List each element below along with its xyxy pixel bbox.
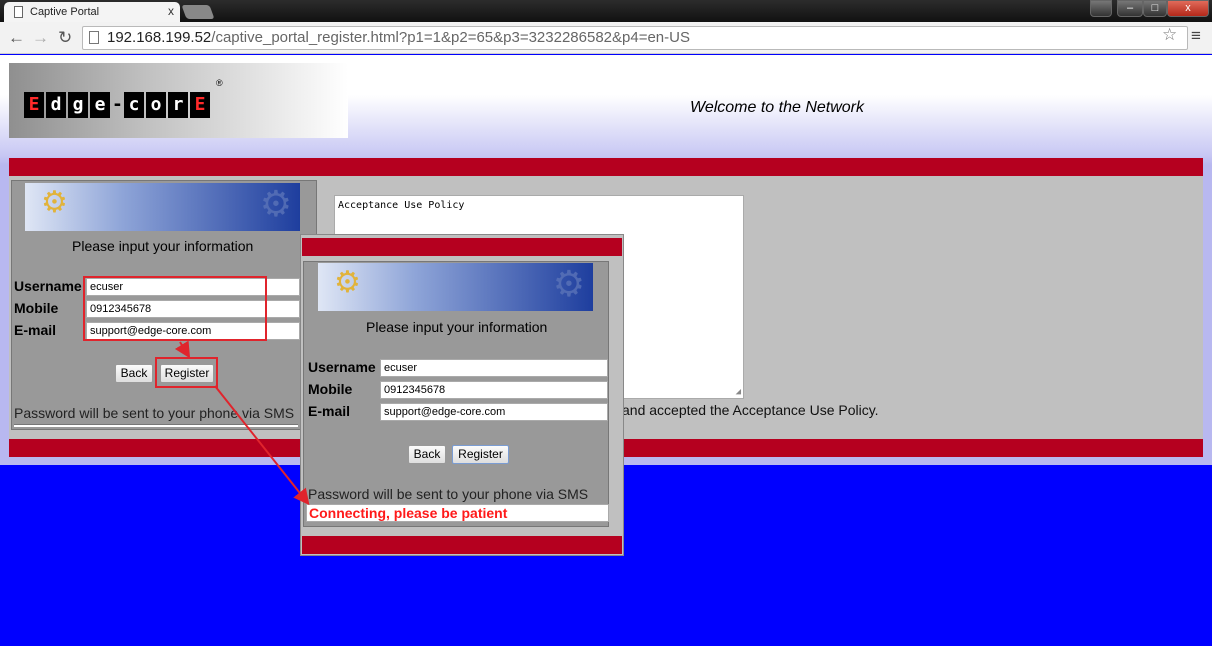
- connecting-status: Connecting, please be patient: [306, 504, 609, 522]
- popup-mobile-label: Mobile: [308, 381, 353, 397]
- keys-watermark-icon: ⚙: [259, 183, 292, 224]
- policy-text: Acceptance Use Policy: [338, 200, 465, 211]
- url-host: 192.168.199.52: [107, 29, 212, 46]
- document-icon: [14, 6, 23, 18]
- top-red-bar: [9, 158, 1203, 176]
- browser-toolbar: ← → ↻ 192.168.199.52/captive_portal_regi…: [0, 22, 1212, 54]
- email-label: E-mail: [14, 322, 57, 338]
- menu-icon[interactable]: ≡: [1191, 26, 1201, 46]
- popup-bottom-red-bar: [302, 536, 622, 554]
- form-banner: ⚙ ⚙: [25, 183, 300, 231]
- forward-arrow-icon[interactable]: →: [32, 28, 49, 48]
- popup-form-banner: ⚙ ⚙: [318, 263, 593, 311]
- user-profile-button[interactable]: [1090, 0, 1112, 17]
- popup-mobile-input[interactable]: 0912345678: [380, 381, 608, 399]
- url-path: /captive_portal_register.html?p1=1&p2=65…: [211, 29, 690, 46]
- minimize-button[interactable]: –: [1117, 0, 1143, 17]
- popup-username-input[interactable]: ecuser: [380, 359, 608, 377]
- popup-sms-note: Password will be sent to your phone via …: [308, 486, 589, 502]
- address-bar[interactable]: 192.168.199.52/captive_portal_register.h…: [82, 26, 1188, 50]
- tab-title: Captive Portal: [30, 6, 100, 18]
- keys-icon: ⚙: [334, 266, 361, 299]
- popup-register-button[interactable]: Register: [452, 445, 509, 464]
- browser-titlebar: Captive Portal x – □ x: [0, 0, 1212, 22]
- form-title: Please input your information: [72, 238, 254, 254]
- mobile-label: Mobile: [14, 300, 59, 316]
- maximize-button[interactable]: □: [1143, 0, 1167, 17]
- new-tab-button[interactable]: [181, 5, 215, 19]
- popup-top-red-bar: [302, 238, 622, 256]
- registered-mark: ®: [216, 78, 223, 88]
- popup-username-label: Username: [308, 359, 376, 375]
- star-icon[interactable]: ☆: [1162, 25, 1177, 45]
- keys-icon: ⚙: [41, 186, 68, 219]
- popup-form-title: Please input your information: [366, 319, 548, 335]
- welcome-text: Welcome to the Network: [690, 99, 864, 116]
- tab-captive-portal[interactable]: Captive Portal x: [4, 2, 180, 22]
- back-button[interactable]: Back: [115, 364, 153, 383]
- register-button-highlight: [155, 357, 218, 388]
- close-window-button[interactable]: x: [1167, 0, 1209, 17]
- tab-close-button[interactable]: x: [168, 4, 174, 18]
- input-fields-highlight: [83, 276, 267, 341]
- resize-grip-icon[interactable]: ◢: [736, 387, 741, 397]
- keys-watermark-icon: ⚙: [552, 263, 585, 304]
- edgecore-logo: E d g e - c o r E: [24, 92, 210, 118]
- popup-email-input[interactable]: support@edge-core.com: [380, 403, 608, 421]
- reload-icon[interactable]: ↻: [58, 28, 72, 48]
- username-label: Username: [14, 278, 82, 294]
- accepted-policy-text: and accepted the Acceptance Use Policy.: [622, 402, 879, 418]
- back-arrow-icon[interactable]: ←: [8, 28, 25, 48]
- sms-note: Password will be sent to your phone via …: [14, 405, 295, 421]
- status-strip: [14, 424, 298, 427]
- popup-email-label: E-mail: [308, 403, 351, 419]
- popup-back-button[interactable]: Back: [408, 445, 446, 464]
- page-icon: [89, 31, 99, 44]
